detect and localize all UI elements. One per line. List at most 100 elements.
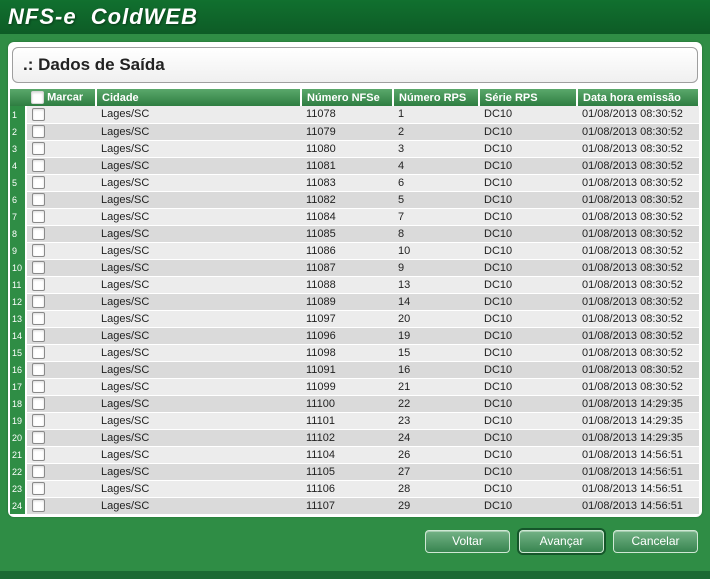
- row-number: 13: [10, 310, 26, 327]
- table-header-row: Marcar Cidade Número NFSe Número RPS Sér…: [10, 89, 699, 106]
- cell-numero-rps: 29: [393, 497, 479, 514]
- cell-numero-rps: 28: [393, 480, 479, 497]
- row-number: 14: [10, 327, 26, 344]
- cell-data-emissao: 01/08/2013 08:30:52: [577, 157, 699, 174]
- cell-data-emissao: 01/08/2013 08:30:52: [577, 378, 699, 395]
- row-checkbox-cell: [26, 123, 96, 140]
- cell-numero-nfse: 11098: [301, 344, 393, 361]
- cell-data-emissao: 01/08/2013 08:30:52: [577, 242, 699, 259]
- cell-data-emissao: 01/08/2013 14:56:51: [577, 463, 699, 480]
- row-checkbox[interactable]: [32, 142, 45, 155]
- row-checkbox[interactable]: [32, 329, 45, 342]
- row-checkbox-cell: [26, 463, 96, 480]
- cell-numero-rps: 26: [393, 446, 479, 463]
- cell-data-emissao: 01/08/2013 14:56:51: [577, 497, 699, 514]
- row-number: 7: [10, 208, 26, 225]
- cell-numero-rps: 5: [393, 191, 479, 208]
- row-checkbox[interactable]: [32, 414, 45, 427]
- row-checkbox-cell: [26, 225, 96, 242]
- cell-serie-rps: DC10: [479, 157, 577, 174]
- column-header-marcar: Marcar: [26, 89, 96, 106]
- column-header-serie-rps: Série RPS: [479, 89, 577, 106]
- row-checkbox-cell: [26, 106, 96, 123]
- row-checkbox[interactable]: [32, 295, 45, 308]
- main-panel: .: Dados de Saída Marcar Cidade Número N…: [8, 42, 702, 517]
- row-checkbox[interactable]: [32, 125, 45, 138]
- row-number: 21: [10, 446, 26, 463]
- cell-serie-rps: DC10: [479, 191, 577, 208]
- cell-data-emissao: 01/08/2013 08:30:52: [577, 293, 699, 310]
- cell-cidade: Lages/SC: [96, 412, 301, 429]
- avancar-button[interactable]: Avançar: [519, 530, 604, 553]
- row-checkbox[interactable]: [32, 346, 45, 359]
- row-checkbox[interactable]: [32, 193, 45, 206]
- row-checkbox[interactable]: [32, 397, 45, 410]
- row-checkbox-cell: [26, 157, 96, 174]
- row-checkbox-cell: [26, 310, 96, 327]
- cell-numero-nfse: 11097: [301, 310, 393, 327]
- cell-serie-rps: DC10: [479, 480, 577, 497]
- voltar-button[interactable]: Voltar: [425, 530, 510, 553]
- select-all-checkbox[interactable]: [31, 91, 44, 104]
- table-row: 6Lages/SC110825DC1001/08/2013 08:30:52: [10, 191, 699, 208]
- row-checkbox-cell: [26, 259, 96, 276]
- cell-numero-nfse: 11104: [301, 446, 393, 463]
- row-checkbox[interactable]: [32, 465, 45, 478]
- table-row: 10Lages/SC110879DC1001/08/2013 08:30:52: [10, 259, 699, 276]
- cell-numero-rps: 13: [393, 276, 479, 293]
- table-row: 8Lages/SC110858DC1001/08/2013 08:30:52: [10, 225, 699, 242]
- row-checkbox[interactable]: [32, 176, 45, 189]
- column-header-numero-rps: Número RPS: [393, 89, 479, 106]
- cell-numero-rps: 3: [393, 140, 479, 157]
- row-number: 19: [10, 412, 26, 429]
- row-checkbox[interactable]: [32, 312, 45, 325]
- cell-cidade: Lages/SC: [96, 174, 301, 191]
- table-row: 13Lages/SC1109720DC1001/08/2013 08:30:52: [10, 310, 699, 327]
- cell-data-emissao: 01/08/2013 08:30:52: [577, 191, 699, 208]
- cell-numero-nfse: 11085: [301, 225, 393, 242]
- cell-numero-rps: 19: [393, 327, 479, 344]
- row-checkbox[interactable]: [32, 244, 45, 257]
- row-number: 10: [10, 259, 26, 276]
- cell-data-emissao: 01/08/2013 08:30:52: [577, 140, 699, 157]
- cell-numero-rps: 7: [393, 208, 479, 225]
- row-checkbox[interactable]: [32, 448, 45, 461]
- row-number: 17: [10, 378, 26, 395]
- cell-cidade: Lages/SC: [96, 429, 301, 446]
- cancelar-button[interactable]: Cancelar: [613, 530, 698, 553]
- row-checkbox[interactable]: [32, 210, 45, 223]
- row-checkbox[interactable]: [32, 482, 45, 495]
- cell-numero-rps: 16: [393, 361, 479, 378]
- cell-data-emissao: 01/08/2013 14:29:35: [577, 412, 699, 429]
- row-checkbox[interactable]: [32, 380, 45, 393]
- cell-cidade: Lages/SC: [96, 361, 301, 378]
- row-checkbox[interactable]: [32, 431, 45, 444]
- cell-data-emissao: 01/08/2013 08:30:52: [577, 174, 699, 191]
- row-checkbox-cell: [26, 242, 96, 259]
- row-checkbox[interactable]: [32, 278, 45, 291]
- cell-data-emissao: 01/08/2013 08:30:52: [577, 276, 699, 293]
- table-row: 12Lages/SC1108914DC1001/08/2013 08:30:52: [10, 293, 699, 310]
- cell-cidade: Lages/SC: [96, 191, 301, 208]
- cell-numero-nfse: 11087: [301, 259, 393, 276]
- row-checkbox-cell: [26, 361, 96, 378]
- row-number: 1: [10, 106, 26, 123]
- cell-numero-rps: 15: [393, 344, 479, 361]
- cell-serie-rps: DC10: [479, 106, 577, 123]
- row-checkbox[interactable]: [32, 499, 45, 512]
- row-checkbox[interactable]: [32, 261, 45, 274]
- row-checkbox[interactable]: [32, 159, 45, 172]
- row-checkbox[interactable]: [32, 108, 45, 121]
- row-checkbox[interactable]: [32, 227, 45, 240]
- table-body: 1Lages/SC110781DC1001/08/2013 08:30:522L…: [10, 106, 699, 514]
- row-number: 18: [10, 395, 26, 412]
- row-checkbox[interactable]: [32, 363, 45, 376]
- cell-cidade: Lages/SC: [96, 276, 301, 293]
- cell-serie-rps: DC10: [479, 463, 577, 480]
- cell-data-emissao: 01/08/2013 08:30:52: [577, 106, 699, 123]
- row-checkbox-cell: [26, 412, 96, 429]
- cell-data-emissao: 01/08/2013 08:30:52: [577, 310, 699, 327]
- cell-serie-rps: DC10: [479, 497, 577, 514]
- cell-numero-nfse: 11100: [301, 395, 393, 412]
- row-checkbox-cell: [26, 293, 96, 310]
